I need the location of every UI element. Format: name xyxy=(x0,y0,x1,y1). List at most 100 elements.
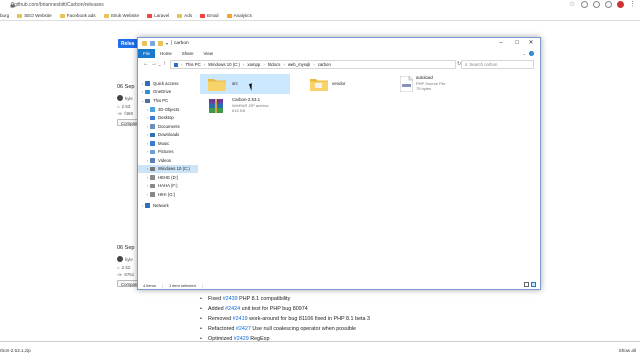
file-explorer-window: ▾ | carbon – ☐ ✕ File Home Share View ⌄ … xyxy=(137,37,541,290)
release-tag[interactable]: 2.52. xyxy=(122,265,132,270)
minimize-button[interactable]: – xyxy=(494,38,508,48)
sidebar-item-documents[interactable]: › Documents xyxy=(138,122,198,131)
search-input[interactable]: ⌕ Search carbon xyxy=(461,60,534,69)
extension-icon[interactable] xyxy=(605,1,612,8)
sidebar-item-downloads[interactable]: › Downloads xyxy=(138,131,198,140)
browser-address-bar[interactable]: github.com/briannesbitt/Carbon/releases … xyxy=(0,0,640,11)
recent-locations-icon[interactable]: ⌄ xyxy=(158,61,161,68)
bookmark-item[interactable]: Facebook ads xyxy=(59,13,96,18)
file-item-carbon-zip[interactable]: Carbon-2.53.1 WinRAR ZIP archive 615 KB xyxy=(200,96,290,118)
release-commit[interactable]: f469 xyxy=(124,111,133,116)
help-icon[interactable]: ? xyxy=(529,51,534,56)
release-tag[interactable]: 2.53. xyxy=(122,104,132,109)
breadcrumb-item[interactable]: htdocs xyxy=(268,62,281,67)
sidebar-item-label: Downloads xyxy=(158,132,180,138)
issue-link[interactable]: #2419 xyxy=(233,316,248,322)
breadcrumb-item[interactable]: web_mysqli xyxy=(288,62,310,67)
release-author[interactable]: kyle xyxy=(125,96,133,101)
properties-icon[interactable] xyxy=(150,40,155,46)
sidebar-item-this-pc[interactable]: ⌄ This PC xyxy=(138,97,198,106)
folder-item-src[interactable]: src xyxy=(200,74,290,94)
sidebar-item-hihi-g[interactable]: › HIHI (G:) xyxy=(138,190,198,199)
show-all-button[interactable]: Show all xyxy=(619,348,636,353)
extension-icon[interactable] xyxy=(593,1,600,8)
bookmark-item[interactable]: Email xyxy=(200,13,219,18)
url-text[interactable]: github.com/briannesbitt/Carbon/releases xyxy=(14,2,104,8)
changelog-list: Fixed #2439 PHP 8.1 compatibility Added … xyxy=(200,294,370,344)
sidebar-item-haha-f[interactable]: › HAHA (F:) xyxy=(138,182,198,191)
release-author[interactable]: kyle xyxy=(125,257,133,262)
bookmark-star-icon[interactable]: ☆ xyxy=(569,1,576,8)
sidebar-item-music[interactable]: › Music xyxy=(138,139,198,148)
sidebar-item-windows-10-c[interactable]: › Windows 10 (C:) xyxy=(138,164,198,173)
release-commit[interactable]: 8751 xyxy=(124,272,134,277)
new-folder-icon[interactable] xyxy=(158,40,163,46)
bookmark-item[interactable]: SEO Website xyxy=(17,13,52,18)
profile-avatar[interactable] xyxy=(617,1,624,8)
sidebar-item-label: HIHI (G:) xyxy=(158,191,176,197)
changelog-item: Added #2424 unit test for PHP bug 80974 xyxy=(200,304,370,314)
folder-icon xyxy=(142,40,147,46)
tag-icon: ⌂ xyxy=(117,265,120,270)
extension-icon[interactable] xyxy=(581,1,588,8)
tab-home[interactable]: Home xyxy=(155,49,177,58)
title-bar[interactable]: ▾ | carbon – ☐ ✕ xyxy=(138,38,540,49)
bookmark-item[interactable]: burg xyxy=(0,13,9,18)
sidebar-item-label: HEHE (D:) xyxy=(158,174,179,180)
desktop-icon xyxy=(150,115,155,120)
up-arrow-icon[interactable]: ↑ xyxy=(163,61,166,68)
pictures-icon xyxy=(150,149,155,154)
bookmark-label: Ads xyxy=(184,13,193,18)
forward-arrow-icon[interactable]: → xyxy=(151,61,157,68)
changelog-prefix: Added xyxy=(208,306,226,312)
bookmark-item[interactable]: Ads xyxy=(177,13,192,18)
avatar xyxy=(117,95,123,101)
tab-share[interactable]: Share xyxy=(177,49,199,58)
bookmark-label: Facebook ads xyxy=(66,13,96,18)
folder-icon xyxy=(17,13,23,18)
maximize-button[interactable]: ☐ xyxy=(510,38,524,48)
breadcrumb-item[interactable]: Windows 10 (C:) xyxy=(208,62,240,67)
bookmark-item[interactable]: Struk Website xyxy=(103,13,139,18)
large-icons-view-icon[interactable] xyxy=(531,282,536,287)
changelog-prefix: Removed xyxy=(208,316,233,322)
navigation-row: ← → ⌄ ↑ › This PC › Windows 10 (C:) › xa… xyxy=(138,58,540,71)
sidebar-item-pictures[interactable]: › Pictures xyxy=(138,148,198,157)
file-item-autoload[interactable]: autoload PHP Source File 75 bytes xyxy=(398,74,488,96)
avatar xyxy=(117,256,123,262)
bookmark-item[interactable]: Analytics xyxy=(226,13,252,18)
tab-view[interactable]: View xyxy=(199,49,218,58)
issue-link[interactable]: #2439 xyxy=(223,296,238,302)
download-item[interactable]: rbon-2.53.1.zip xyxy=(0,348,31,353)
sidebar-item-desktop[interactable]: › Desktop xyxy=(138,114,198,123)
close-button[interactable]: ✕ xyxy=(524,38,538,48)
chevron-down-icon[interactable]: ⌄ xyxy=(523,51,526,56)
sidebar-item-label: Desktop xyxy=(158,115,174,121)
back-arrow-icon[interactable]: ← xyxy=(143,61,149,68)
changelog-prefix: Fixed xyxy=(208,296,223,302)
breadcrumb-item[interactable]: carbon xyxy=(318,62,331,67)
sidebar-item-quick-access[interactable]: › Quick access xyxy=(138,79,198,88)
sidebar-item-network[interactable]: › Network xyxy=(138,201,198,210)
breadcrumb-item[interactable]: This PC xyxy=(185,62,200,67)
details-view-icon[interactable] xyxy=(524,282,529,287)
changelog-item: Refactored #2427 Use null coalescing ope… xyxy=(200,324,370,334)
issue-link[interactable]: #2427 xyxy=(236,326,251,332)
commit-icon: -o- xyxy=(117,111,123,116)
breadcrumb-item[interactable]: xampp xyxy=(247,62,260,67)
sidebar-item-label: Windows 10 (C:) xyxy=(158,166,190,172)
status-bar: 4 items | 1 item selected | xyxy=(138,281,540,289)
tab-file[interactable]: File xyxy=(138,49,156,58)
issue-link[interactable]: #2424 xyxy=(225,306,240,312)
music-icon xyxy=(150,141,155,146)
sidebar-item-hehe-d[interactable]: › HEHE (D:) xyxy=(138,173,198,182)
address-bar[interactable]: › This PC › Windows 10 (C:) › xampp › ht… xyxy=(170,60,456,69)
sidebar-item-videos[interactable]: › Videos xyxy=(138,156,198,165)
menu-icon[interactable]: ⋮ xyxy=(629,1,636,8)
sidebar-item-onedrive[interactable]: › OneDrive xyxy=(138,88,198,97)
bookmark-item[interactable]: Laravel xyxy=(147,13,169,18)
chevron-down-icon[interactable]: ▾ xyxy=(166,41,168,46)
star-icon xyxy=(145,81,150,86)
sidebar-item-3d-objects[interactable]: › 3D Objects xyxy=(138,105,198,114)
folder-item-vendor[interactable]: vendor xyxy=(308,74,398,94)
